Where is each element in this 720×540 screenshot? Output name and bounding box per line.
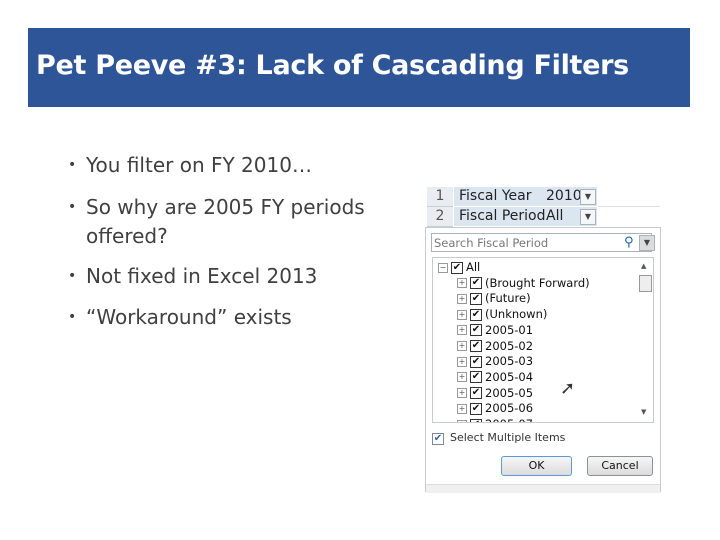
list-item[interactable]: + ✔ (Unknown)	[457, 307, 547, 322]
expand-icon[interactable]: +	[457, 372, 467, 383]
search-options-dropdown[interactable]: ▼	[639, 235, 655, 251]
search-input[interactable]: Search Fiscal Period	[431, 233, 652, 252]
row-header-1: 1	[427, 187, 453, 207]
item-label: 2005-04	[485, 369, 534, 384]
list-item-all[interactable]: − ✔ All	[438, 260, 480, 275]
list-item[interactable]: + ✔ 2005-01	[457, 323, 533, 338]
filter-dropdown-panel: Search Fiscal Period ⚲ ▼ − ✔ All + ✔ (Brough…	[425, 227, 661, 493]
item-label: 2005-07	[485, 417, 533, 422]
filter-applied-icon[interactable]: ▼	[580, 189, 596, 205]
item-label: 2005-03	[485, 354, 534, 369]
scroll-down-icon[interactable]: ▼	[641, 408, 646, 416]
item-label: (Unknown)	[485, 307, 548, 322]
item-label: 2005-05	[485, 385, 534, 400]
bullet-text: Not fixed in Excel 2013	[86, 264, 318, 288]
checkbox[interactable]: ✔	[470, 277, 482, 290]
checkbox[interactable]: ✔	[470, 387, 482, 400]
expand-icon[interactable]: +	[457, 278, 467, 289]
bullet-text: So why are 2005 FY periods offered?	[86, 195, 365, 248]
expand-icon[interactable]: +	[457, 341, 467, 351]
checkbox[interactable]: ✔	[470, 402, 482, 415]
item-list: − ✔ All + ✔ (Brought Forward) + ✔ (Future) + ✔ (Un…	[432, 257, 654, 423]
item-label: 2005-06	[485, 401, 534, 416]
bullet-text: “Workaround” exists	[86, 305, 292, 329]
expand-icon[interactable]: +	[457, 403, 467, 414]
item-label: (Future)	[485, 291, 531, 306]
list-item[interactable]: + ✔ 2005-06	[457, 401, 533, 416]
select-multiple-checkbox[interactable]: ✔ Select Multiple Items	[432, 431, 565, 445]
scrollbar[interactable]: ▲ ▼	[637, 258, 653, 422]
fiscal-period-cell[interactable]: Fiscal Period All	[454, 207, 597, 226]
list-item[interactable]: + ✔ (Future)	[457, 291, 531, 306]
checkbox[interactable]: ✔	[470, 418, 482, 422]
bullet-dot: •	[68, 309, 77, 325]
list-item[interactable]: + ✔ (Brought Forward)	[457, 276, 590, 291]
item-label: 2005-02	[485, 338, 534, 353]
mouse-cursor-icon: ➚	[560, 378, 576, 399]
scroll-up-icon[interactable]: ▲	[641, 262, 646, 270]
item-label: 2005-01	[485, 322, 534, 337]
title-bar: Pet Peeve #3: Lack of Cascading Filters	[28, 28, 690, 107]
list-item[interactable]: + ✔ 2005-04	[457, 370, 533, 385]
checkbox[interactable]: ✔	[470, 371, 482, 384]
bullet-dot: •	[68, 268, 77, 284]
expand-icon[interactable]: +	[457, 356, 467, 367]
checkbox[interactable]: ✔	[451, 261, 463, 274]
checkbox[interactable]: ✔	[470, 308, 482, 321]
checkbox[interactable]: ✔	[470, 340, 482, 352]
cell-value: 2010	[546, 188, 582, 204]
cell-value: All	[546, 208, 564, 224]
list-item[interactable]: + ✔ 2005-02	[457, 339, 533, 354]
item-label: (Brought Forward)	[485, 275, 590, 290]
list-item[interactable]: + ✔ 2005-03	[457, 354, 533, 369]
cell-label: Fiscal Period	[459, 208, 546, 224]
expand-icon[interactable]: +	[457, 388, 467, 399]
bullet-text: You filter on FY 2010…	[86, 153, 312, 177]
row-header-2: 2	[427, 207, 453, 227]
bullet-dot: •	[68, 199, 77, 215]
slide-title: Pet Peeve #3: Lack of Cascading Filters	[36, 50, 629, 81]
list-item[interactable]: +✔2005-07	[457, 417, 533, 422]
select-multiple-label: Select Multiple Items	[450, 431, 566, 444]
checkbox[interactable]: ✔	[432, 433, 444, 445]
expand-icon[interactable]: +	[457, 293, 467, 304]
expand-icon[interactable]: +	[457, 325, 467, 336]
checkbox[interactable]: ✔	[470, 292, 482, 305]
resize-bar[interactable]	[426, 484, 660, 493]
cancel-button[interactable]: Cancel	[587, 456, 653, 476]
ok-button[interactable]: OK	[501, 456, 572, 476]
scroll-thumb[interactable]	[639, 275, 652, 292]
search-icon[interactable]: ⚲	[624, 235, 634, 250]
cell-label: Fiscal Year	[459, 188, 532, 204]
checkbox[interactable]: ✔	[470, 355, 482, 368]
gridline	[598, 206, 660, 207]
list-item[interactable]: + ✔ 2005-05	[457, 386, 533, 401]
bullet-dot: •	[68, 157, 77, 173]
fiscal-year-cell[interactable]: Fiscal Year 2010	[454, 187, 597, 206]
collapse-icon[interactable]: −	[438, 262, 448, 273]
checkbox[interactable]: ✔	[470, 324, 482, 337]
dropdown-arrow-icon[interactable]: ▼	[580, 209, 596, 225]
expand-icon[interactable]: +	[457, 419, 467, 422]
item-label: All	[466, 260, 481, 274]
expand-icon[interactable]: +	[457, 309, 467, 320]
